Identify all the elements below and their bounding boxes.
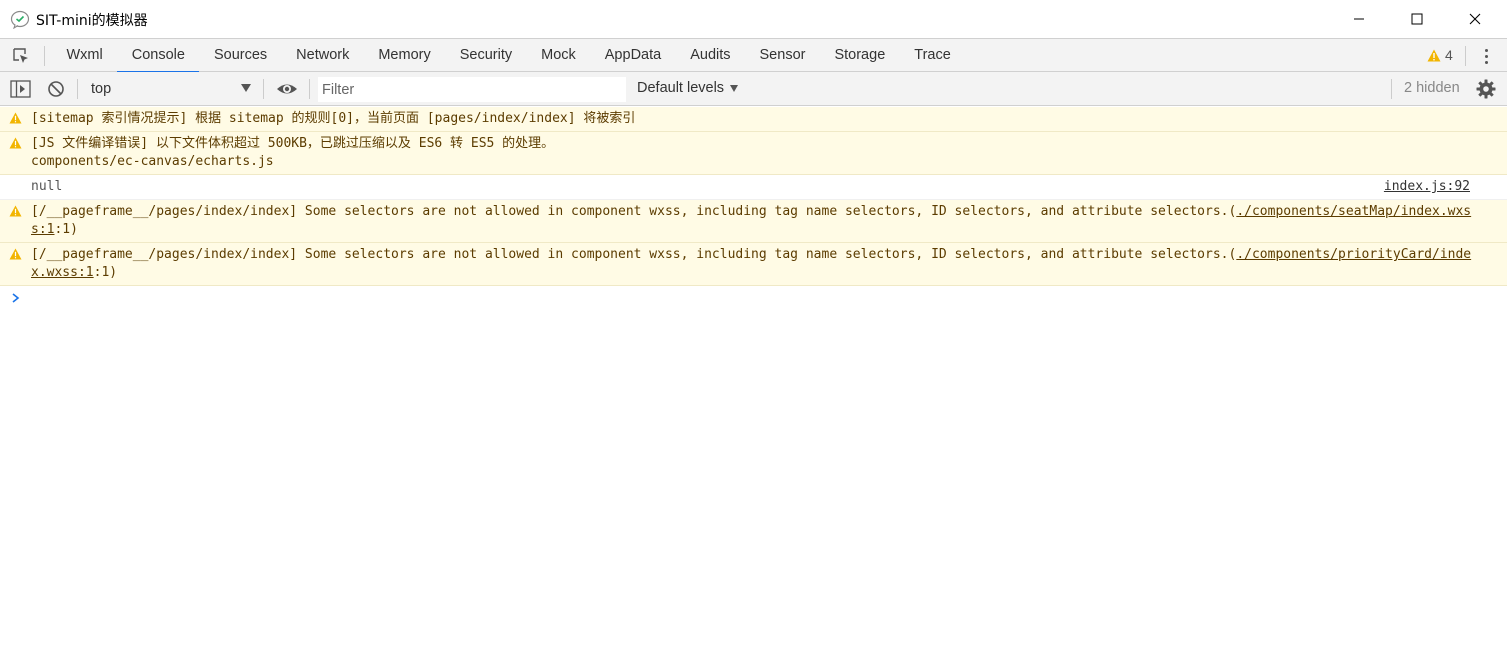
close-button[interactable] bbox=[1446, 0, 1504, 38]
console-output: [sitemap 索引情况提示] 根据 sitemap 的规则[0]，当前页面 … bbox=[0, 107, 1507, 286]
chevron-down-icon bbox=[241, 84, 251, 92]
devtools-tab-bar: Wxml Console Sources Network Memory Secu… bbox=[0, 38, 1507, 73]
context-selector[interactable]: top bbox=[85, 77, 257, 101]
message-file-path: components/ec-canvas/echarts.js bbox=[31, 154, 274, 169]
log-levels-dropdown[interactable]: Default levels bbox=[637, 80, 739, 96]
divider bbox=[1465, 46, 1466, 66]
minimize-button[interactable] bbox=[1330, 0, 1388, 38]
clear-console-icon[interactable] bbox=[47, 80, 65, 98]
tab-console[interactable]: Console bbox=[117, 39, 200, 73]
wechat-devtools-icon bbox=[10, 10, 30, 29]
tab-security[interactable]: Security bbox=[445, 39, 526, 72]
message-text: [/__pageframe__/pages/index/index] Some … bbox=[31, 246, 1477, 282]
warning-icon bbox=[1427, 49, 1441, 61]
divider bbox=[77, 79, 78, 99]
message-suffix: :1) bbox=[93, 265, 118, 280]
message-prefix: [/__pageframe__/pages/index/index] Some … bbox=[31, 204, 1237, 219]
divider bbox=[309, 79, 310, 99]
tab-network[interactable]: Network bbox=[282, 39, 364, 72]
tab-appdata[interactable]: AppData bbox=[590, 39, 675, 72]
warning-counter[interactable]: 4 bbox=[1427, 47, 1453, 63]
title-bar: SIT-mini的模拟器 bbox=[0, 0, 1507, 38]
console-toolbar: top Default levels 2 hidden bbox=[0, 72, 1507, 106]
message-text: [JS 文件编译错误] 以下文件体积超过 500KB，已跳过压缩以及 ES6 转… bbox=[31, 136, 555, 151]
tab-wxml[interactable]: Wxml bbox=[52, 39, 117, 72]
filter-input[interactable] bbox=[318, 77, 626, 102]
console-message-warning: [/__pageframe__/pages/index/index] Some … bbox=[0, 200, 1507, 243]
close-icon bbox=[1469, 13, 1481, 25]
more-options-icon[interactable] bbox=[1478, 45, 1494, 67]
context-value: top bbox=[91, 81, 112, 97]
warning-icon bbox=[9, 112, 22, 124]
message-text: null bbox=[31, 179, 63, 194]
console-prompt-chevron-icon[interactable] bbox=[10, 291, 22, 305]
warning-icon bbox=[9, 205, 22, 217]
show-sidebar-icon[interactable] bbox=[10, 80, 31, 98]
warning-icon bbox=[9, 137, 22, 149]
console-message-log: null index.js:92 bbox=[0, 175, 1507, 200]
tab-mock[interactable]: Mock bbox=[527, 39, 591, 72]
console-message-warning: [sitemap 索引情况提示] 根据 sitemap 的规则[0]，当前页面 … bbox=[0, 107, 1507, 132]
gear-icon[interactable] bbox=[1476, 79, 1496, 99]
file-link[interactable]: ./components/priority bbox=[1236, 247, 1400, 262]
divider bbox=[263, 79, 264, 99]
tab-trace[interactable]: Trace bbox=[900, 39, 966, 72]
maximize-icon bbox=[1411, 13, 1423, 25]
maximize-button[interactable] bbox=[1388, 0, 1446, 38]
message-suffix: :1) bbox=[54, 222, 78, 237]
divider bbox=[1391, 79, 1392, 99]
tab-list: Wxml Console Sources Network Memory Secu… bbox=[52, 39, 966, 73]
tab-sources[interactable]: Sources bbox=[199, 39, 281, 72]
log-levels-label: Default levels bbox=[637, 80, 725, 96]
console-message-warning: [JS 文件编译错误] 以下文件体积超过 500KB，已跳过压缩以及 ES6 转… bbox=[0, 132, 1507, 175]
live-expression-eye-icon[interactable] bbox=[276, 80, 298, 98]
hidden-messages-count: 2 hidden bbox=[1404, 80, 1460, 96]
message-text: [/__pageframe__/pages/index/index] Some … bbox=[31, 203, 1477, 239]
warning-count: 4 bbox=[1445, 47, 1453, 63]
tab-memory[interactable]: Memory bbox=[364, 39, 445, 72]
tab-storage[interactable]: Storage bbox=[820, 39, 900, 72]
inspect-icon bbox=[13, 48, 28, 63]
inspect-element-button[interactable] bbox=[10, 45, 32, 67]
divider bbox=[44, 46, 45, 66]
file-link[interactable]: ./components/seatMap/ bbox=[1236, 204, 1400, 219]
console-message-warning: [/__pageframe__/pages/index/index] Some … bbox=[0, 243, 1507, 286]
warning-icon bbox=[9, 248, 22, 260]
tab-audits[interactable]: Audits bbox=[676, 39, 745, 72]
tab-sensor[interactable]: Sensor bbox=[745, 39, 820, 72]
source-link[interactable]: index.js:92 bbox=[1384, 178, 1470, 196]
minimize-icon bbox=[1354, 18, 1364, 20]
chevron-down-icon bbox=[730, 84, 739, 92]
message-prefix: [/__pageframe__/pages/index/index] Some … bbox=[31, 247, 1237, 262]
message-text: [sitemap 索引情况提示] 根据 sitemap 的规则[0]，当前页面 … bbox=[31, 111, 636, 126]
window-title: SIT-mini的模拟器 bbox=[36, 13, 148, 29]
